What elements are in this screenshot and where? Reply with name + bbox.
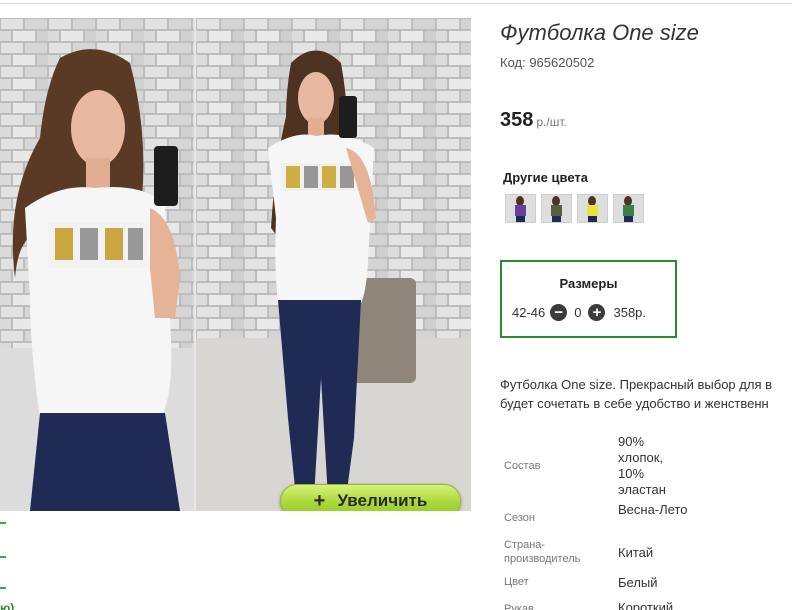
zoom-button[interactable]: + Увеличить bbox=[280, 484, 461, 511]
spec-name: Сезон bbox=[504, 512, 535, 524]
description-line: Футболка One size. Прекрасный выбор для … bbox=[500, 377, 772, 392]
nav-link-marker[interactable] bbox=[0, 587, 6, 589]
product-title: Футболка One size bbox=[500, 20, 699, 45]
product-info: Футболка One size Код: 965620502 358 р./ш… bbox=[500, 0, 792, 610]
sizes-title: Размеры bbox=[559, 276, 618, 291]
spec-value: Короткий bbox=[618, 600, 674, 610]
sizes-box: Размеры 42-46 − 0 + 358р. bbox=[500, 260, 677, 338]
price: 358 р./шт. bbox=[500, 109, 567, 132]
spec-value: Весна-Лето bbox=[618, 502, 688, 517]
spec-name: Состав bbox=[504, 460, 541, 472]
color-swatch-yellow[interactable] bbox=[577, 194, 608, 223]
product-photo-secondary[interactable] bbox=[196, 18, 471, 511]
spec-name: Рукав bbox=[504, 603, 534, 610]
nav-link-marker[interactable] bbox=[0, 556, 6, 558]
plus-icon: + bbox=[313, 490, 326, 511]
color-swatch-purple[interactable] bbox=[505, 194, 536, 223]
spec-value: Китай bbox=[618, 545, 654, 560]
price-unit: р./шт. bbox=[536, 115, 567, 129]
product-photo-main[interactable] bbox=[0, 18, 194, 511]
spec-value: 90% хлопок, 10% эластан bbox=[618, 434, 666, 497]
size-price: 358р. bbox=[613, 305, 647, 320]
color-swatch-olive[interactable] bbox=[541, 194, 572, 223]
spec-value: Белый bbox=[618, 575, 658, 590]
product-gallery[interactable]: + Увеличить bbox=[0, 18, 471, 511]
color-swatch-green[interactable] bbox=[613, 194, 644, 223]
size-range: 42-46 bbox=[512, 305, 546, 320]
other-colors-title: Другие цвета bbox=[503, 170, 588, 185]
left-nav-remnants bbox=[0, 516, 30, 610]
spec-name: Цвет bbox=[504, 576, 529, 588]
description-line: будет сочетать в себе удобство и женстве… bbox=[500, 396, 769, 411]
size-row: 42-46 − 0 + 358р. bbox=[512, 304, 646, 321]
product-description: Футболка One size. Прекрасный выбор для … bbox=[500, 375, 792, 413]
nav-link-tail[interactable]: ю) bbox=[0, 601, 14, 610]
color-swatches bbox=[505, 194, 644, 223]
quantity-value[interactable]: 0 bbox=[574, 305, 581, 320]
minus-icon[interactable]: − bbox=[550, 304, 568, 321]
zoom-button-label: Увеличить bbox=[337, 491, 428, 510]
price-value: 358 bbox=[500, 109, 534, 131]
plus-icon[interactable]: + bbox=[588, 304, 606, 321]
nav-link-marker[interactable] bbox=[0, 522, 6, 524]
spec-name: Страна-производитель bbox=[504, 539, 581, 565]
product-code: Код: 965620502 bbox=[500, 55, 595, 70]
